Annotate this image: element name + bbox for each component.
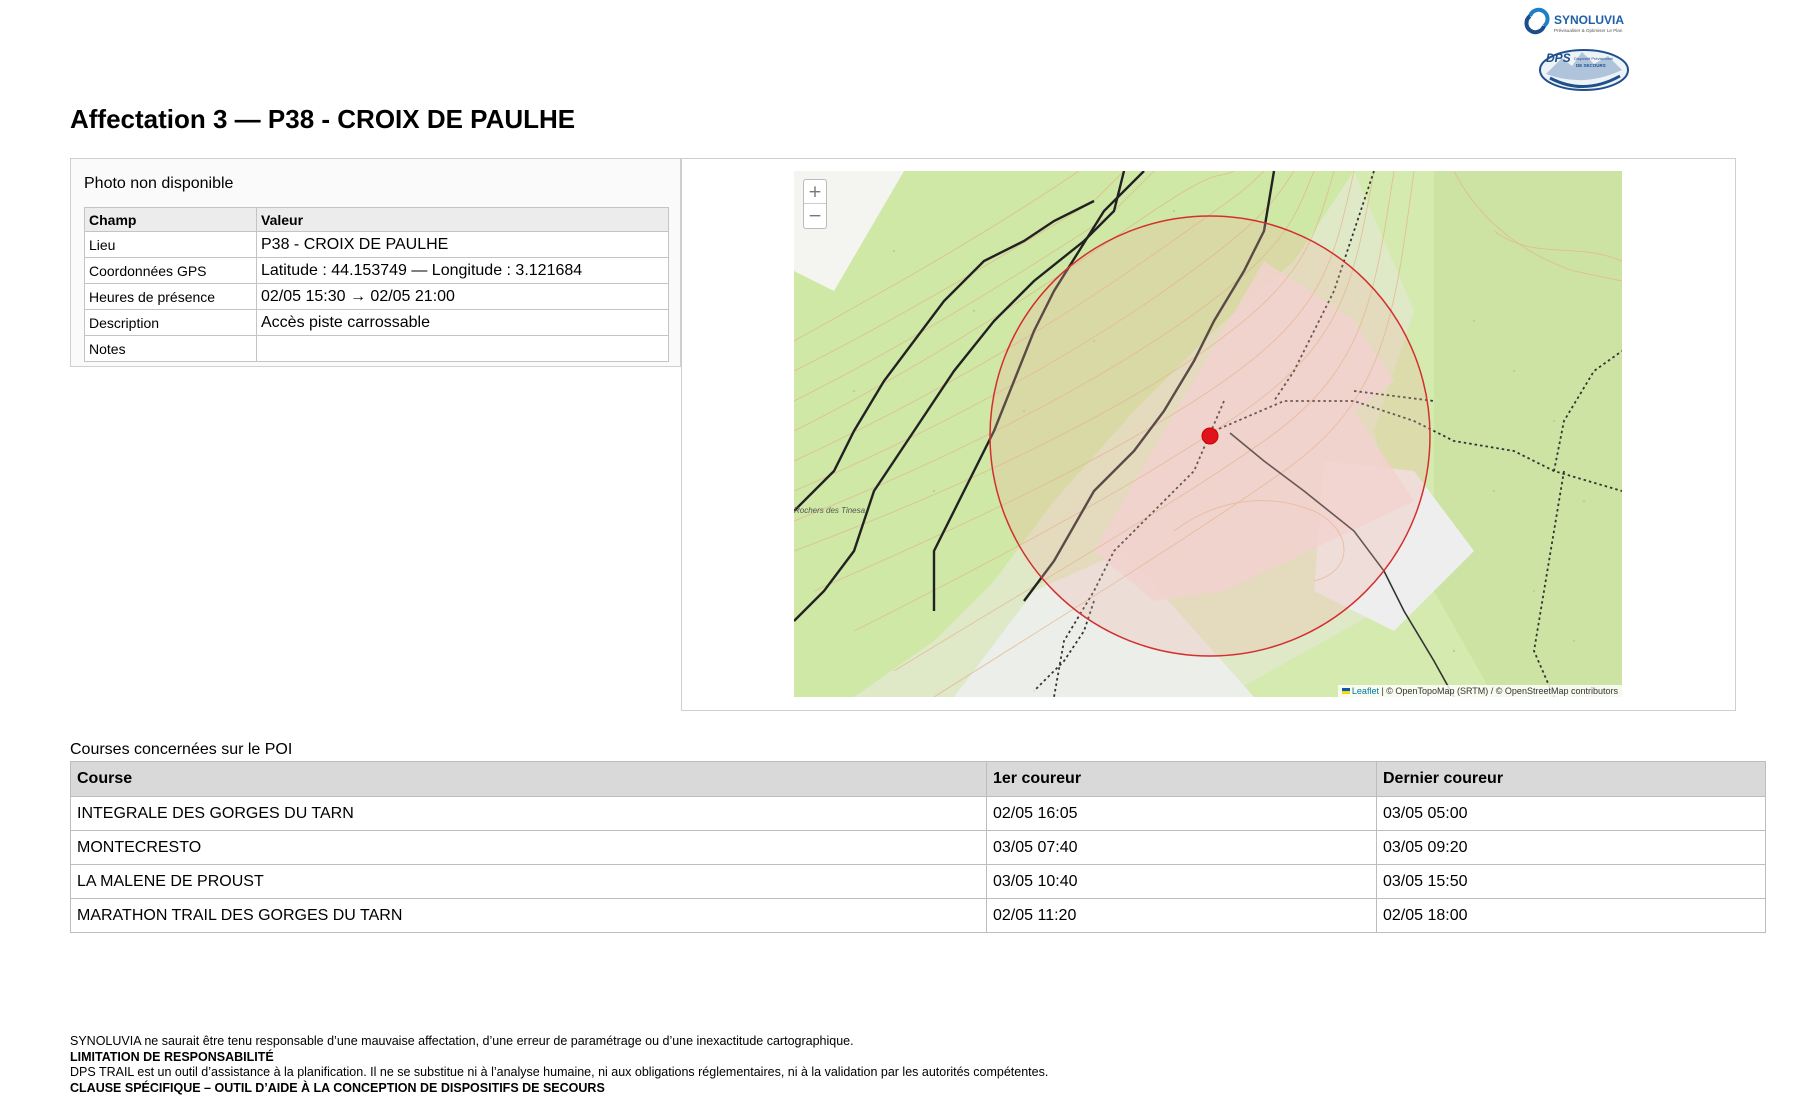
table-row: MONTECRESTO 03/05 07:40 03/05 09:20 bbox=[70, 830, 1766, 865]
table-row: MARATHON TRAIL DES GORGES DU TARN 02/05 … bbox=[70, 898, 1766, 933]
first-runner-time: 03/05 10:40 bbox=[986, 864, 1377, 899]
field-label: Notes bbox=[84, 335, 257, 362]
synoluvia-dps-logo: SYNOLUVIA Prévisualiser & Optimiser Le P… bbox=[1524, 4, 1640, 96]
synoluvia-tagline: Prévisualiser & Optimiser Le Plan bbox=[1554, 28, 1623, 33]
table-header-row: Course 1er coureur Dernier coureur bbox=[70, 761, 1766, 797]
disclaimer-liability-text: SYNOLUVIA ne saurait être tenu responsab… bbox=[70, 1034, 854, 1048]
course-name: LA MALENE DE PROUST bbox=[70, 864, 987, 899]
page-title: Affectation 3 — P38 - CROIX DE PAULHE bbox=[70, 104, 576, 134]
field-value: Latitude : 44.153749 — Longitude : 3.121… bbox=[256, 257, 669, 284]
svg-text:Dispositif Prévisionnel: Dispositif Prévisionnel bbox=[1574, 56, 1613, 61]
first-runner-time: 03/05 07:40 bbox=[986, 830, 1377, 865]
disclaimer-clause-heading: CLAUSE SPÉCIFIQUE – OUTIL D’AIDE À LA CO… bbox=[70, 1080, 605, 1095]
column-header-first-runner: 1er coureur bbox=[986, 761, 1377, 797]
table-row: Coordonnées GPS Latitude : 44.153749 — L… bbox=[84, 257, 669, 284]
first-runner-time: 02/05 11:20 bbox=[986, 898, 1377, 933]
field-label: Heures de présence bbox=[84, 283, 257, 310]
table-row: Notes bbox=[84, 335, 669, 362]
field-label: Coordonnées GPS bbox=[84, 257, 257, 284]
courses-caption: Courses concernées sur le POI bbox=[70, 741, 293, 758]
column-header-value: Valeur bbox=[256, 207, 669, 232]
leaflet-link[interactable]: Leaflet bbox=[1352, 686, 1379, 696]
ukraine-flag-icon bbox=[1341, 688, 1350, 694]
table-row: LA MALENE DE PROUST 03/05 10:40 03/05 15… bbox=[70, 864, 1766, 899]
field-label: Description bbox=[84, 309, 257, 336]
svg-text:DE SECOURS: DE SECOURS bbox=[1576, 63, 1606, 68]
map-zoom-control: + − bbox=[803, 179, 827, 229]
footer-disclaimer: SYNOLUVIA ne saurait être tenu responsab… bbox=[70, 1034, 1048, 1096]
zoom-out-button[interactable]: − bbox=[804, 204, 826, 228]
field-value: Accès piste carrossable bbox=[256, 309, 669, 336]
first-runner-time: 02/05 16:05 bbox=[986, 796, 1377, 831]
field-value: 02/05 15:30 → 02/05 21:00 bbox=[256, 283, 669, 310]
poi-info-panel: Photo non disponible Champ Valeur Lieu P… bbox=[70, 158, 681, 367]
column-header-course: Course bbox=[70, 761, 987, 797]
table-row: Description Accès piste carrossable bbox=[84, 309, 669, 336]
course-name: MARATHON TRAIL DES GORGES DU TARN bbox=[70, 898, 987, 933]
field-value bbox=[256, 335, 669, 362]
photo-unavailable-text: Photo non disponible bbox=[84, 175, 234, 192]
map-attribution: Leaflet | © OpenTopoMap (SRTM) / © OpenS… bbox=[1337, 685, 1622, 697]
attribution-text: | © OpenTopoMap (SRTM) / © OpenStreetMap… bbox=[1378, 686, 1618, 696]
field-value: P38 - CROIX DE PAULHE bbox=[256, 231, 669, 258]
last-runner-time: 02/05 18:00 bbox=[1376, 898, 1766, 933]
course-name: INTEGRALE DES GORGES DU TARN bbox=[70, 796, 987, 831]
disclaimer-liability-heading: LIMITATION DE RESPONSABILITÉ bbox=[70, 1049, 274, 1064]
map-panel: Rochers des Tinesa + − Leaflet | © OpenT… bbox=[681, 158, 1736, 711]
svg-text:DPS: DPS bbox=[1546, 51, 1571, 65]
column-header-field: Champ bbox=[84, 207, 257, 232]
courses-table: Course 1er coureur Dernier coureur INTEG… bbox=[70, 761, 1766, 933]
topo-map[interactable]: Rochers des Tinesa + − Leaflet | © OpenT… bbox=[794, 171, 1622, 697]
disclaimer-tool-text: DPS TRAIL est un outil d’assistance à la… bbox=[70, 1065, 1049, 1080]
synoluvia-wordmark: SYNOLUVIA bbox=[1554, 13, 1624, 27]
synoluvia-logo-mark bbox=[1524, 7, 1550, 35]
zoom-in-button[interactable]: + bbox=[804, 180, 826, 204]
table-header-row: Champ Valeur bbox=[84, 207, 669, 232]
table-row: INTEGRALE DES GORGES DU TARN 02/05 16:05… bbox=[70, 796, 1766, 831]
last-runner-time: 03/05 15:50 bbox=[1376, 864, 1766, 899]
table-row: Heures de présence 02/05 15:30 → 02/05 2… bbox=[84, 283, 669, 310]
dps-badge: DPS Dispositif Prévisionnel DE SECOURS bbox=[1539, 49, 1629, 91]
map-tiles: Rochers des Tinesa bbox=[794, 171, 1622, 697]
map-place-label: Rochers des Tinesa bbox=[794, 506, 866, 515]
poi-marker-icon[interactable] bbox=[1201, 427, 1219, 445]
course-name: MONTECRESTO bbox=[70, 830, 987, 865]
poi-info-table: Champ Valeur Lieu P38 - CROIX DE PAULHE … bbox=[84, 207, 669, 362]
table-row: Lieu P38 - CROIX DE PAULHE bbox=[84, 231, 669, 258]
column-header-last-runner: Dernier coureur bbox=[1376, 761, 1766, 797]
last-runner-time: 03/05 09:20 bbox=[1376, 830, 1766, 865]
field-label: Lieu bbox=[84, 231, 257, 258]
last-runner-time: 03/05 05:00 bbox=[1376, 796, 1766, 831]
